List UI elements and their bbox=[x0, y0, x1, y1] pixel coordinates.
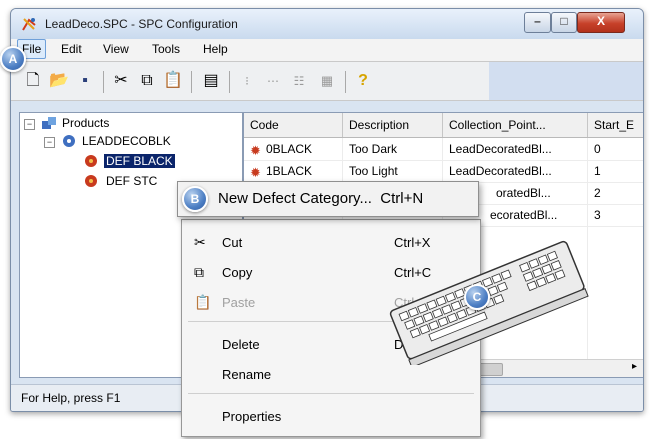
new-defect-category-shortcut: Ctrl+N bbox=[380, 190, 424, 207]
toolbar: 🗋 📂 ▪ ✂ ⧉ 📋 ▤ ⁝ ⋯ ☷ ▦ ? bbox=[11, 62, 643, 101]
new-defect-category-label: New Defect Category... Ctrl+N bbox=[218, 190, 424, 207]
cut-icon[interactable]: ✂ bbox=[111, 71, 131, 91]
tree-icon-1[interactable]: ⁝ bbox=[237, 71, 257, 91]
list-header: Code Description Collection_Point... Sta… bbox=[244, 113, 643, 138]
status-text: For Help, press F1 bbox=[21, 391, 121, 405]
copy-icon: ⧉ bbox=[194, 264, 204, 280]
toolbar-separator bbox=[191, 71, 192, 93]
window-title: LeadDeco.SPC - SPC Configuration bbox=[45, 17, 238, 31]
close-icon: X bbox=[596, 14, 605, 28]
toolbar-empty-area bbox=[489, 62, 643, 100]
menu-view[interactable]: View bbox=[103, 42, 129, 56]
tree-item-def-stc[interactable]: DEF STC bbox=[106, 172, 157, 190]
menu-item-label: Rename bbox=[222, 367, 272, 382]
tree-item-def-black[interactable]: DEF BLACK bbox=[104, 154, 175, 168]
new-defect-category-item[interactable]: New Defect Category... Ctrl+N bbox=[177, 181, 479, 217]
cell-collection-point: ecoratedBl... bbox=[490, 208, 558, 222]
defect-gear-icon bbox=[85, 175, 97, 187]
menu-bar: File Edit View Tools Help bbox=[11, 39, 643, 62]
scissors-icon: ✂ bbox=[194, 234, 206, 250]
menu-item-label: Properties bbox=[222, 409, 282, 424]
new-icon[interactable]: 🗋 bbox=[23, 71, 43, 91]
cell-code: 0BLACK bbox=[266, 142, 313, 156]
menu-help[interactable]: Help bbox=[203, 42, 228, 56]
help-icon[interactable]: ? bbox=[353, 71, 373, 91]
defect-gear-icon bbox=[85, 155, 97, 167]
properties-icon[interactable]: ▤ bbox=[201, 71, 221, 91]
cell-collection-point: LeadDecoratedBl... bbox=[449, 164, 552, 178]
callout-c: C bbox=[464, 284, 490, 310]
defect-icon: ✹ bbox=[250, 165, 261, 180]
open-icon[interactable]: 📂 bbox=[49, 71, 69, 91]
menu-edit[interactable]: Edit bbox=[61, 42, 82, 56]
tree-item-products[interactable]: Products bbox=[62, 114, 109, 132]
expand-products-toggle[interactable]: − bbox=[24, 119, 35, 130]
minimize-button[interactable]: – bbox=[524, 12, 551, 33]
cell-code: 1BLACK bbox=[266, 164, 313, 178]
paste-icon: 📋 bbox=[194, 294, 212, 310]
products-icon bbox=[42, 117, 56, 129]
gear-product-icon bbox=[63, 135, 75, 147]
defect-icon: ✹ bbox=[250, 143, 261, 158]
column-code[interactable]: Code bbox=[244, 113, 343, 137]
tree-item-leaddecoblk[interactable]: LEADDECOBLK bbox=[82, 132, 171, 150]
cell-description: Too Light bbox=[349, 164, 398, 178]
menu-item-label: Cut bbox=[222, 235, 243, 250]
cell-start: 1 bbox=[594, 164, 601, 178]
toolbar-separator bbox=[229, 71, 230, 93]
callout-a: A bbox=[0, 46, 26, 72]
table-row[interactable]: 0BLACK Too Dark LeadDecoratedBl... 0 bbox=[244, 138, 643, 161]
menu-separator bbox=[188, 393, 474, 394]
table-row[interactable]: 1BLACK Too Light LeadDecoratedBl... 1 bbox=[244, 160, 643, 183]
menu-tools[interactable]: Tools bbox=[152, 42, 180, 56]
save-icon[interactable]: ▪ bbox=[75, 71, 95, 91]
grid-icon[interactable]: ▦ bbox=[317, 71, 337, 91]
menu-item-label: Copy bbox=[222, 265, 253, 280]
title-bar: LeadDeco.SPC - SPC Configuration – □ X bbox=[11, 9, 643, 39]
cell-start: 0 bbox=[594, 142, 601, 156]
expand-leaddecoblk-toggle[interactable]: − bbox=[44, 137, 55, 148]
toolbar-separator bbox=[103, 71, 104, 93]
cell-collection-point: LeadDecoratedBl... bbox=[449, 142, 552, 156]
close-button[interactable]: X bbox=[577, 12, 625, 33]
menu-item-label: Delete bbox=[222, 337, 260, 352]
cell-start: 2 bbox=[594, 186, 601, 200]
paste-icon[interactable]: 📋 bbox=[163, 71, 183, 91]
menu-item-properties[interactable]: Properties bbox=[182, 402, 480, 430]
toolbar-separator bbox=[345, 71, 346, 93]
maximize-icon: □ bbox=[560, 14, 568, 28]
column-description[interactable]: Description bbox=[343, 113, 443, 137]
menu-item-label: Paste bbox=[222, 295, 256, 310]
cell-collection-point: oratedBl... bbox=[496, 186, 551, 200]
copy-icon[interactable]: ⧉ bbox=[137, 71, 157, 91]
minimize-icon: – bbox=[534, 14, 541, 28]
callout-b: B bbox=[182, 186, 208, 212]
app-icon bbox=[22, 18, 36, 31]
maximize-button[interactable]: □ bbox=[551, 12, 577, 33]
tree-icon-2[interactable]: ⋯ bbox=[263, 71, 283, 91]
column-start[interactable]: Start_E bbox=[588, 113, 643, 137]
cell-description: Too Dark bbox=[349, 142, 398, 156]
scroll-right-icon[interactable]: ▸ bbox=[632, 361, 637, 372]
column-collection-point[interactable]: Collection_Point... bbox=[443, 113, 588, 137]
tree-icon-3[interactable]: ☷ bbox=[289, 71, 309, 91]
cell-start: 3 bbox=[594, 208, 601, 222]
